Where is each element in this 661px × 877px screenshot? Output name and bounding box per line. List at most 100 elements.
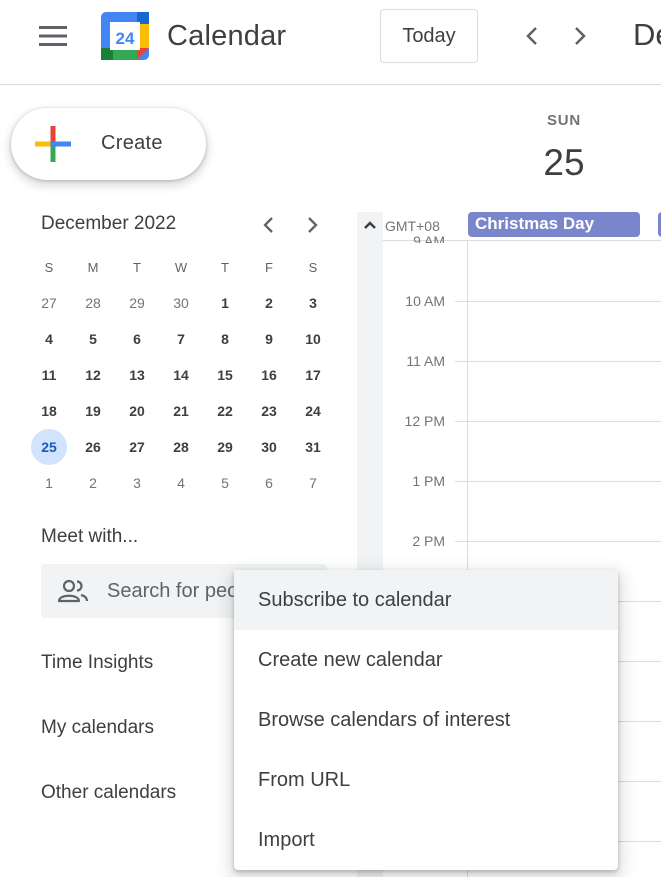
weekday-label: W <box>174 259 188 275</box>
hour-line <box>455 541 661 542</box>
app-title: Calendar <box>167 20 287 52</box>
main-menu-button[interactable] <box>29 16 77 56</box>
add-calendar-menu: Subscribe to calendar Create new calenda… <box>234 570 618 870</box>
mini-calendar-day[interactable]: 30 <box>159 285 203 321</box>
mini-calendar-month: December 2022 <box>41 213 177 234</box>
menu-item-import[interactable]: Import <box>234 810 618 870</box>
plus-icon <box>35 126 71 162</box>
logo-number: 24 <box>116 29 135 48</box>
weekday-label: M <box>87 259 99 275</box>
mini-calendar-day[interactable]: 14 <box>159 357 203 393</box>
hour-label: 1 PM <box>412 473 445 489</box>
mini-calendar-day[interactable]: 7 <box>291 465 335 501</box>
meet-with-heading: Meet with... <box>41 526 139 547</box>
mini-calendar-day[interactable]: 7 <box>159 321 203 357</box>
create-button[interactable]: Create <box>11 108 206 180</box>
menu-item-subscribe[interactable]: Subscribe to calendar <box>234 570 618 630</box>
weekday-label: T <box>133 259 141 275</box>
mini-calendar-week: 25 26 27 28 29 30 31 <box>27 429 337 465</box>
hour-line <box>455 421 661 422</box>
hour-line <box>455 361 661 362</box>
mini-calendar-day[interactable]: 31 <box>291 429 335 465</box>
mini-calendar-day[interactable]: 1 <box>27 465 71 501</box>
hour-label: 11 AM <box>406 353 445 369</box>
mini-calendar-day[interactable]: 6 <box>247 465 291 501</box>
chevron-right-icon <box>575 27 586 45</box>
menu-item-browse[interactable]: Browse calendars of interest <box>234 690 618 750</box>
mini-calendar-day[interactable]: 20 <box>115 393 159 429</box>
mini-calendar-day-today[interactable]: 25 <box>27 429 71 465</box>
mini-calendar-day[interactable]: 13 <box>115 357 159 393</box>
mini-calendar-day[interactable]: 29 <box>203 429 247 465</box>
mini-calendar-day[interactable]: 2 <box>71 465 115 501</box>
weekday-label: S <box>308 259 318 275</box>
mini-calendar-day[interactable]: 15 <box>203 357 247 393</box>
calendar-logo-icon: 24 <box>101 12 149 60</box>
menu-item-create-new[interactable]: Create new calendar <box>234 630 618 690</box>
mini-calendar-day[interactable]: 18 <box>27 393 71 429</box>
mini-calendar-day[interactable]: 9 <box>247 321 291 357</box>
weekday-label: T <box>221 259 229 275</box>
mini-calendar-day[interactable]: 2 <box>247 285 291 321</box>
mini-calendar-day[interactable]: 22 <box>203 393 247 429</box>
mini-calendar-day[interactable]: 3 <box>115 465 159 501</box>
mini-calendar-weekdays: S M T W T F S <box>27 249 337 285</box>
mini-calendar-grid: S M T W T F S 27 28 29 30 1 2 3 4 5 6 7 … <box>27 249 337 501</box>
hour-label: 9 AM <box>413 233 445 243</box>
mini-calendar-day[interactable]: 29 <box>115 285 159 321</box>
mini-calendar-day[interactable]: 16 <box>247 357 291 393</box>
hour-line <box>455 301 661 302</box>
mini-calendar-day[interactable]: 4 <box>27 321 71 357</box>
mini-calendar-day[interactable]: 28 <box>71 285 115 321</box>
top-bar: 24 Calendar Today De <box>0 0 661 85</box>
today-button[interactable]: Today <box>380 9 478 63</box>
mini-calendar-day[interactable]: 21 <box>159 393 203 429</box>
chevron-up-icon <box>364 221 376 229</box>
hour-label: 12 PM <box>404 413 445 429</box>
chevron-left-icon <box>263 217 273 233</box>
mini-calendar-day[interactable]: 8 <box>203 321 247 357</box>
mini-calendar-day[interactable]: 11 <box>27 357 71 393</box>
mini-calendar-day[interactable]: 1 <box>203 285 247 321</box>
mini-calendar-day[interactable]: 5 <box>71 321 115 357</box>
day-of-week-label: SUN <box>546 112 582 129</box>
day-number[interactable]: 25 <box>528 142 600 184</box>
mini-calendar-day[interactable]: 19 <box>71 393 115 429</box>
mini-calendar-day[interactable]: 24 <box>291 393 335 429</box>
mini-calendar-day[interactable]: 27 <box>27 285 71 321</box>
mini-calendar-prev-button[interactable] <box>255 212 281 238</box>
all-day-event[interactable]: Christmas Day <box>468 212 640 237</box>
mini-calendar-day[interactable]: 28 <box>159 429 203 465</box>
mini-calendar-day[interactable]: 27 <box>115 429 159 465</box>
weekday-label: S <box>44 259 54 275</box>
hamburger-icon <box>39 26 67 46</box>
menu-item-from-url[interactable]: From URL <box>234 750 618 810</box>
previous-period-button[interactable] <box>516 20 548 52</box>
my-calendars-section[interactable]: My calendars <box>41 717 154 739</box>
other-calendars-section[interactable]: Other calendars <box>41 782 176 804</box>
mini-calendar-day[interactable]: 10 <box>291 321 335 357</box>
collapse-all-day-button[interactable] <box>357 212 383 238</box>
mini-calendar-day[interactable]: 26 <box>71 429 115 465</box>
calendar-logo[interactable]: 24 <box>101 12 149 60</box>
timezone-label: GMT+08 <box>385 218 440 234</box>
next-period-button[interactable] <box>564 20 596 52</box>
create-label: Create <box>101 132 163 154</box>
time-insights-section[interactable]: Time Insights <box>41 652 153 674</box>
mini-calendar-week: 18 19 20 21 22 23 24 <box>27 393 337 429</box>
chevron-left-icon <box>526 27 537 45</box>
mini-calendar-week: 11 12 13 14 15 16 17 <box>27 357 337 393</box>
mini-calendar-day[interactable]: 4 <box>159 465 203 501</box>
mini-calendar-day[interactable]: 23 <box>247 393 291 429</box>
hour-line <box>455 481 661 482</box>
mini-calendar-day[interactable]: 6 <box>115 321 159 357</box>
mini-calendar-day[interactable]: 12 <box>71 357 115 393</box>
mini-calendar-week: 4 5 6 7 8 9 10 <box>27 321 337 357</box>
mini-calendar-day[interactable]: 3 <box>291 285 335 321</box>
mini-calendar-day[interactable]: 5 <box>203 465 247 501</box>
mini-calendar-day[interactable]: 17 <box>291 357 335 393</box>
current-date-title: De <box>633 17 661 52</box>
mini-calendar-day[interactable]: 30 <box>247 429 291 465</box>
weekday-label: F <box>265 259 273 275</box>
mini-calendar-next-button[interactable] <box>300 212 326 238</box>
